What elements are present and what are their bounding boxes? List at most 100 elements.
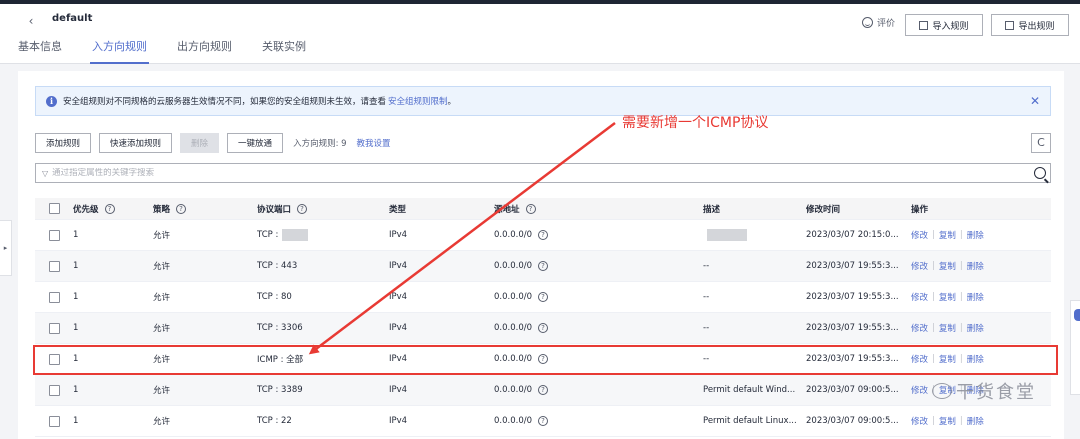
help-icon[interactable]: ? (538, 385, 549, 395)
export-icon (1005, 20, 1015, 30)
help-icon[interactable]: ? (538, 230, 549, 240)
close-icon[interactable]: ✕ (1030, 94, 1040, 108)
delete-button[interactable]: 删除 (180, 133, 220, 153)
rate-button[interactable]: 评价 (862, 16, 895, 29)
protocol-port-value: TCP : 22 (257, 416, 292, 426)
quick-add-rule-button[interactable]: 快速添加规则 (99, 133, 173, 153)
tab-inbound-rules[interactable]: 入方向规则 (90, 40, 149, 64)
edit-link[interactable]: 修改 (911, 322, 928, 334)
one-click-allow-button[interactable]: 一键放通 (227, 133, 284, 153)
annotation-text: 需要新增一个ICMP协议 (622, 115, 769, 131)
delete-link[interactable]: 删除 (967, 353, 984, 365)
copy-link[interactable]: 复制 (939, 291, 956, 303)
edit-link[interactable]: 修改 (911, 291, 928, 303)
wechat-icon (932, 383, 952, 399)
action-separator: | (932, 323, 935, 333)
help-icon[interactable]: ? (538, 323, 549, 333)
add-rule-button[interactable]: 添加规则 (35, 133, 92, 153)
tab-basic-info[interactable]: 基本信息 (18, 40, 62, 64)
table-header: 优先级? 策略? 协议端口? 类型 源地址? 描述 修改时间 操作 (35, 198, 1051, 220)
action-separator: | (959, 323, 963, 333)
redacted-block (282, 229, 309, 241)
protocol-port-value: TCP : 3389 (257, 385, 303, 395)
delete-link[interactable]: 删除 (967, 291, 984, 303)
edit-link[interactable]: 修改 (911, 415, 928, 427)
refresh-icon[interactable]: C (1031, 133, 1051, 153)
delete-link[interactable]: 删除 (967, 322, 984, 334)
help-icon[interactable]: ? (538, 292, 549, 302)
priority-value: 1 (73, 416, 79, 426)
help-link[interactable]: 教我设置 (357, 137, 391, 149)
row-checkbox[interactable] (49, 291, 60, 303)
help-icon[interactable]: ? (538, 261, 549, 271)
help-icon[interactable]: ? (538, 354, 549, 364)
back-chevron-icon[interactable]: ‹ (24, 14, 38, 28)
tab-outbound-rules[interactable]: 出方向规则 (177, 40, 232, 64)
row-checkbox[interactable] (49, 322, 60, 334)
help-icon[interactable]: ? (525, 203, 536, 214)
row-checkbox[interactable] (49, 415, 60, 427)
col-type: 类型 (389, 204, 407, 215)
copy-link[interactable]: 复制 (939, 415, 956, 427)
action-separator: | (932, 292, 935, 302)
description-value: Permit default Linux... (703, 416, 797, 426)
copy-link[interactable]: 复制 (939, 353, 956, 365)
watermark-text: 干货食堂 (956, 382, 1036, 403)
policy-value: 允许 (153, 324, 171, 334)
priority-value: 1 (73, 261, 79, 271)
edit-link[interactable]: 修改 (911, 384, 928, 396)
help-icon[interactable]: ? (297, 203, 308, 214)
protocol-port-value: TCP : (257, 230, 279, 240)
right-float-panel[interactable] (1070, 300, 1080, 395)
policy-value: 允许 (153, 355, 171, 365)
source-value: 0.0.0.0/0 (494, 323, 533, 333)
action-separator: | (959, 416, 963, 426)
col-modified-time: 修改时间 (806, 204, 841, 215)
select-all-checkbox[interactable] (49, 203, 60, 214)
row-checkbox[interactable] (49, 260, 60, 272)
source-value: 0.0.0.0/0 (494, 292, 533, 302)
sidebar-expand-handle[interactable]: ▸ (0, 220, 12, 276)
table-row: 1 允许 TCP : 80 IPv4 0.0.0.0/0? -- 2023/03/07 19… (35, 282, 1051, 313)
help-icon[interactable]: ? (176, 203, 187, 214)
row-checkbox[interactable] (49, 229, 60, 241)
delete-link[interactable]: 删除 (967, 260, 984, 272)
type-value: IPv4 (389, 385, 408, 395)
help-icon[interactable]: ? (538, 416, 549, 426)
protocol-port-value: TCP : 443 (257, 261, 298, 271)
table-row: 1 允许 TCP : 443 IPv4 0.0.0.0/0? -- 2023/03/07 1… (35, 251, 1051, 282)
description-value: -- (703, 292, 710, 302)
priority-value: 1 (73, 323, 79, 333)
protocol-port-value: TCP : 80 (257, 292, 292, 302)
edit-link[interactable]: 修改 (911, 229, 928, 241)
copy-link[interactable]: 复制 (939, 260, 956, 272)
priority-value: 1 (73, 354, 79, 364)
rules-table: 优先级? 策略? 协议端口? 类型 源地址? 描述 修改时间 操作 1 允许 TCP… (35, 198, 1051, 437)
type-value: IPv4 (389, 261, 408, 271)
rule-count: 入方向规则: 9 (293, 139, 347, 149)
copy-link[interactable]: 复制 (939, 322, 956, 334)
copy-link[interactable]: 复制 (939, 229, 956, 241)
edit-link[interactable]: 修改 (911, 260, 928, 272)
search-icon[interactable] (1034, 167, 1046, 179)
info-notice: i 安全组规则对不同规格的云服务器生效情况不同，如果您的安全组规则未生效，请查看… (35, 86, 1051, 116)
type-value: IPv4 (389, 416, 408, 426)
rule-limit-link[interactable]: 安全组规则限制 (388, 95, 448, 107)
action-separator: | (932, 261, 935, 271)
delete-link[interactable]: 删除 (967, 415, 984, 427)
source-value: 0.0.0.0/0 (494, 385, 533, 395)
import-rules-button[interactable]: 导入规则 (905, 14, 983, 36)
table-row: 1 允许 TCP : 22 IPv4 0.0.0.0/0? Permit default … (35, 406, 1051, 437)
help-icon[interactable]: ? (104, 203, 115, 214)
edit-link[interactable]: 修改 (911, 353, 928, 365)
source-value: 0.0.0.0/0 (494, 230, 533, 240)
row-checkbox[interactable] (49, 353, 60, 365)
import-icon (919, 20, 929, 30)
search-input[interactable] (52, 168, 1013, 178)
row-checkbox[interactable] (49, 384, 60, 396)
filter-icon: ▽ (42, 168, 49, 178)
export-rules-button[interactable]: 导出规则 (991, 14, 1069, 36)
table-row: 1 允许 ICMP : 全部 IPv4 0.0.0.0/0? -- 2023/03/07 1… (35, 344, 1051, 375)
delete-link[interactable]: 删除 (967, 229, 984, 241)
tab-associated-instances[interactable]: 关联实例 (262, 40, 306, 64)
